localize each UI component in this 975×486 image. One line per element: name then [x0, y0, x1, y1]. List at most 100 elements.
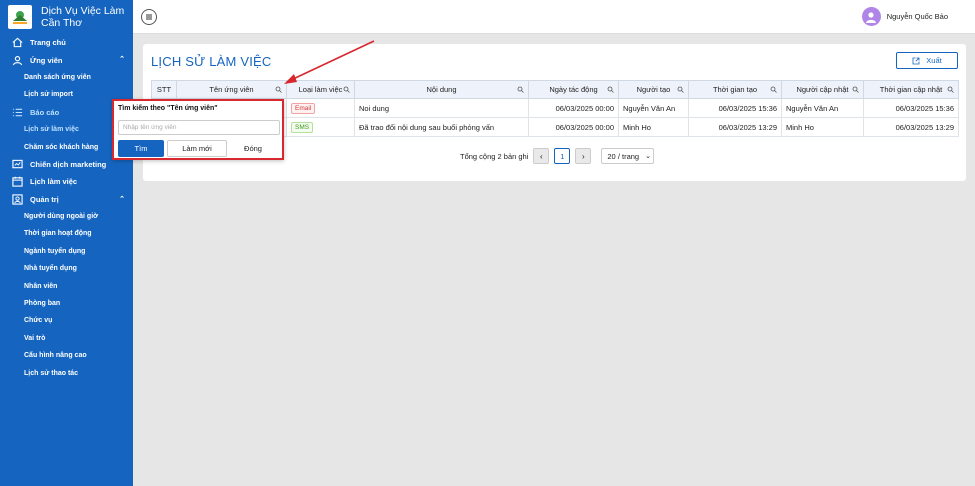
type-tag-sms: SMS	[291, 121, 314, 133]
table-header-row: STT Tên ứng viên Loại làm việc Nội dung …	[151, 80, 959, 99]
sidebar-item-positions[interactable]: Chức vụ	[0, 312, 133, 329]
column-label: Người tạo	[636, 85, 671, 94]
cell-created-time: 06/03/2025 13:29	[688, 117, 782, 137]
chevron-up-icon: ⌃	[119, 195, 125, 203]
close-button[interactable]: Đóng	[230, 140, 276, 157]
user-menu[interactable]: Nguyễn Quốc Bảo	[861, 7, 948, 26]
column-label: Người cập nhật	[796, 85, 849, 94]
column-label: Nội dung	[426, 85, 457, 94]
cell-type: SMS	[286, 117, 355, 137]
column-header-type[interactable]: Loại làm việc	[286, 80, 355, 99]
popup-title: Tìm kiếm theo "Tên ứng viên"	[118, 105, 218, 112]
page-title: LỊCH SỬ LÀM VIỆC	[151, 54, 272, 69]
search-icon[interactable]	[852, 86, 859, 93]
cell-creator: Minh Ho	[618, 117, 689, 137]
sidebar-item-label: Lịch làm việc	[30, 177, 78, 187]
cell-updated-time: 06/03/2025 13:29	[863, 117, 959, 137]
brand-title-line2: Cần Thơ	[41, 17, 83, 29]
brand[interactable]: Dịch Vụ Việc Làm Cần Thơ	[0, 0, 133, 34]
cell-creator: Nguyễn Văn An	[618, 98, 689, 118]
sidebar-item-schedule[interactable]: Lịch làm việc	[0, 173, 133, 190]
sidebar-item-admin[interactable]: Quản trị ⌃	[0, 191, 133, 208]
sidebar-item-industries[interactable]: Ngành tuyển dụng	[0, 243, 133, 260]
home-icon	[11, 37, 23, 49]
cell-type: Email	[286, 98, 355, 118]
sidebar-item-roles[interactable]: Vai trò	[0, 330, 133, 347]
calendar-icon	[11, 176, 23, 188]
column-header-updated-time[interactable]: Thời gian cập nhật	[863, 80, 959, 99]
topbar: Nguyễn Quốc Bảo	[133, 0, 975, 34]
export-icon	[912, 57, 920, 64]
sidebar-item-label: Báo cáo	[30, 107, 60, 117]
type-tag-email: Email	[291, 102, 316, 114]
column-label: Loại làm việc	[298, 85, 343, 94]
export-button[interactable]: Xuất	[896, 52, 958, 69]
sidebar-nav: Trang chủ Ứng viên ⌃ Danh sách ứng viên …	[0, 34, 133, 382]
pagination-total: Tổng cộng 2 bản ghi	[460, 151, 529, 161]
prev-page-button[interactable]: ‹	[533, 148, 550, 164]
reset-button[interactable]: Làm mới	[167, 140, 227, 157]
chevron-down-icon: ⌄	[645, 153, 651, 160]
brand-title-line1: Dịch Vụ Việc Làm	[41, 5, 125, 17]
search-icon[interactable]	[677, 86, 684, 93]
sidebar-item-employers[interactable]: Nhà tuyển dụng	[0, 260, 133, 277]
page-number-button[interactable]: 1	[554, 148, 571, 164]
export-label: Xuất	[926, 56, 942, 65]
next-page-button[interactable]: ›	[575, 148, 592, 164]
user-icon	[11, 54, 23, 66]
sidebar-item-label: Quản trị	[30, 194, 59, 204]
cell-content: Noi dung	[354, 98, 529, 118]
column-label: Tên ứng viên	[209, 85, 254, 94]
column-header-updater[interactable]: Người cập nhật	[781, 80, 864, 99]
sidebar-item-label: Chiến dịch marketing	[30, 159, 107, 169]
cell-updater: Nguyễn Văn An	[781, 98, 864, 118]
candidate-name-input[interactable]	[118, 120, 280, 135]
sidebar-item-advanced-config[interactable]: Cấu hình nâng cao	[0, 347, 133, 364]
search-icon[interactable]	[517, 86, 524, 93]
user-avatar-icon	[866, 11, 877, 23]
sidebar-item-active-time[interactable]: Thời gian hoạt động	[0, 225, 133, 242]
page-size-select[interactable]: 20 / trang ⌄	[601, 148, 655, 164]
sidebar-item-action-log[interactable]: Lịch sử thao tác	[0, 364, 133, 381]
column-label: Thời gian tạo	[712, 85, 758, 94]
cell-action-date: 06/03/2025 00:00	[528, 98, 619, 118]
sidebar: Dịch Vụ Việc Làm Cần Thơ Trang chủ Ứng v…	[0, 0, 133, 486]
search-icon[interactable]	[275, 86, 282, 93]
search-icon[interactable]	[770, 86, 777, 93]
page-size-value: 20 / trang	[607, 151, 640, 161]
column-header-candidate[interactable]: Tên ứng viên	[176, 80, 287, 99]
cell-created-time: 06/03/2025 15:36	[688, 98, 782, 118]
sidebar-item-staff[interactable]: Nhân viên	[0, 277, 133, 294]
search-button[interactable]: Tìm	[118, 140, 164, 157]
search-icon[interactable]	[947, 86, 954, 93]
search-icon[interactable]	[343, 86, 350, 93]
column-header-creator[interactable]: Người tạo	[618, 80, 689, 99]
search-icon[interactable]	[607, 86, 614, 93]
hamburger-icon	[146, 14, 152, 20]
sidebar-item-departments[interactable]: Phòng ban	[0, 295, 133, 312]
column-header-content[interactable]: Nội dung	[354, 80, 529, 99]
pagination: Tổng cộng 2 bản ghi ‹ 1 › 20 / trang ⌄	[460, 148, 655, 164]
column-header-stt: STT	[151, 80, 177, 99]
logo	[8, 5, 32, 29]
cell-content: Đã trao đổi nội dung sau buổi phỏng vấn	[354, 117, 529, 137]
cell-updater: Minh Ho	[781, 117, 864, 137]
sidebar-item-candidates[interactable]: Ứng viên ⌃	[0, 51, 133, 68]
cell-action-date: 06/03/2025 00:00	[528, 117, 619, 137]
sidebar-item-label: Ứng viên	[30, 55, 63, 65]
user-name: Nguyễn Quốc Bảo	[886, 12, 948, 21]
admin-icon	[11, 193, 23, 205]
column-header-action-date[interactable]: Ngày tác động	[528, 80, 619, 99]
column-header-created-time[interactable]: Thời gian tạo	[688, 80, 782, 99]
sidebar-item-home[interactable]: Trang chủ	[0, 34, 133, 51]
candidate-filter-popup: Tìm kiếm theo "Tên ứng viên" Tìm Làm mới…	[112, 99, 284, 160]
column-label: Thời gian cập nhật	[879, 85, 943, 94]
sidebar-item-candidate-list[interactable]: Danh sách ứng viên	[0, 69, 133, 86]
avatar	[861, 7, 881, 26]
sidebar-item-after-hours-users[interactable]: Người dùng ngoài giờ	[0, 208, 133, 225]
list-icon	[11, 106, 23, 118]
sidebar-item-label: Trang chủ	[30, 38, 66, 48]
column-label: Ngày tác động	[549, 85, 598, 94]
menu-toggle-button[interactable]	[141, 9, 157, 25]
chevron-up-icon: ⌃	[119, 56, 125, 64]
